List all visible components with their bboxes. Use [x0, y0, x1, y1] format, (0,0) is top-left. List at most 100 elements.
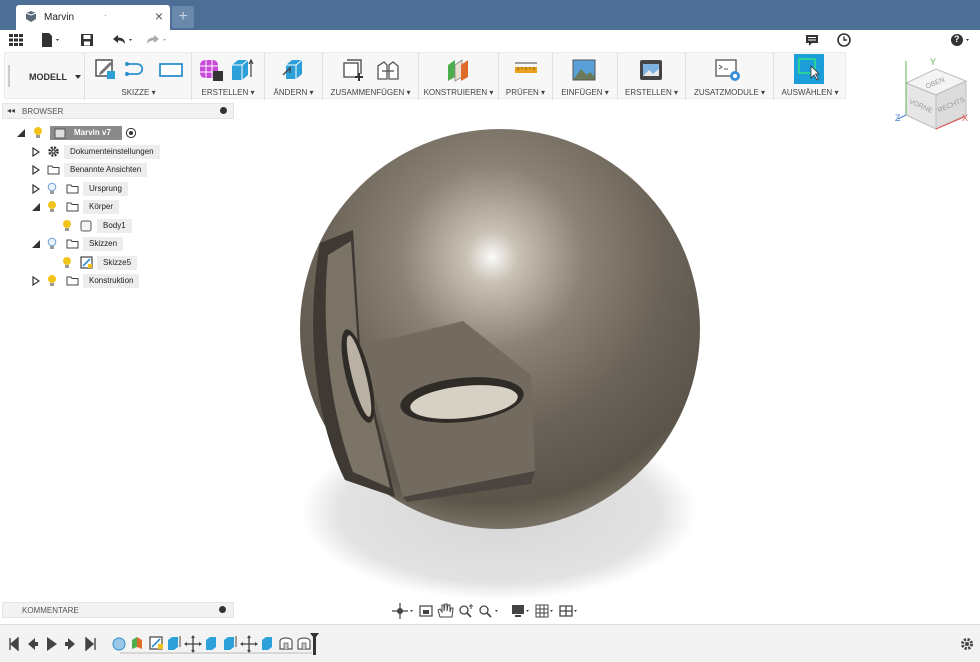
add-comment-icon[interactable]: [219, 606, 226, 613]
redo-icon[interactable]: [144, 32, 170, 48]
collapse-panel-icon[interactable]: ◂◂: [7, 106, 15, 115]
tree-item[interactable]: Skizze5: [60, 256, 230, 270]
move-feature-icon[interactable]: [240, 635, 258, 653]
rectangle-icon[interactable]: [158, 57, 184, 81]
expand-arrow-icon[interactable]: [32, 165, 40, 175]
collapse-triangle-icon[interactable]: [31, 239, 41, 249]
grid-icon[interactable]: [8, 32, 24, 48]
tree-item[interactable]: Körper: [30, 200, 230, 214]
tree-item[interactable]: Skizzen: [30, 237, 230, 251]
collapse-triangle-icon[interactable]: [31, 202, 41, 212]
sphere-feature-icon[interactable]: [112, 637, 126, 651]
tree-item[interactable]: Konstruktion: [30, 274, 230, 288]
timeline-settings-icon[interactable]: [961, 638, 973, 650]
group-zusatzmodule[interactable]: ZUSATZMODULE ▾: [686, 53, 774, 100]
prev-icon[interactable]: [28, 638, 38, 650]
extrude-feature-icon[interactable]: [168, 636, 181, 650]
expand-triangle-icon[interactable]: [16, 128, 26, 138]
tree-item[interactable]: Ursprung: [30, 182, 230, 196]
look-at-icon[interactable]: [419, 605, 433, 617]
fit-icon[interactable]: [479, 605, 498, 618]
extrude-feature-icon[interactable]: [262, 637, 272, 650]
offset-plane-icon[interactable]: [445, 57, 471, 83]
close-tab-icon[interactable]: ×: [155, 9, 163, 23]
group-aendern[interactable]: ÄNDERN ▾: [265, 53, 323, 100]
viewcube[interactable]: OBEN VORNE RECHTS Y Z X: [892, 55, 974, 135]
expand-arrow-icon[interactable]: [32, 147, 40, 157]
lightbulb-icon[interactable]: [47, 200, 57, 213]
expand-arrow-icon[interactable]: [32, 184, 40, 194]
extrude-feature-icon[interactable]: [206, 637, 216, 650]
new-component-icon[interactable]: [341, 57, 367, 83]
timeline-marker[interactable]: [310, 633, 319, 655]
browser-header[interactable]: ◂◂ BROWSER: [2, 103, 234, 119]
group-konstruieren[interactable]: KONSTRUIEREN ▾: [419, 53, 499, 100]
group-skizze[interactable]: SKIZZE ▾: [86, 53, 192, 100]
orbit-icon[interactable]: [392, 603, 413, 619]
file-icon[interactable]: [40, 32, 62, 48]
joint-icon[interactable]: [375, 57, 401, 83]
activate-radio-icon[interactable]: [125, 127, 137, 139]
comment-icon[interactable]: [804, 32, 820, 48]
clock-icon[interactable]: [836, 32, 852, 48]
tree-item[interactable]: Benannte Ansichten: [30, 163, 230, 177]
workspace-switcher[interactable]: MODELL: [13, 53, 85, 100]
split-feature-icon[interactable]: [132, 637, 142, 649]
scripts-icon[interactable]: [714, 57, 742, 83]
model-viewport[interactable]: [235, 100, 795, 600]
play-icon[interactable]: [47, 637, 57, 651]
save-icon[interactable]: [79, 32, 95, 48]
undo-icon[interactable]: [110, 32, 136, 48]
tree-item[interactable]: Body1: [60, 219, 230, 233]
ribbon-toolbar: MODELL SKIZZE ▾ ERSTELLEN ▾ ÄNDERN ▾ ZUS…: [4, 52, 846, 100]
insert-image-icon[interactable]: [571, 57, 597, 83]
press-pull-icon[interactable]: [281, 57, 307, 83]
measure-icon[interactable]: [513, 57, 539, 83]
expand-arrow-icon[interactable]: [32, 276, 40, 286]
sketch-create-icon[interactable]: [93, 57, 117, 81]
component-icon: [54, 128, 66, 139]
extrude-feature-icon[interactable]: [224, 636, 237, 650]
last-icon[interactable]: [85, 636, 96, 652]
form-grid-icon[interactable]: [198, 57, 224, 83]
next-icon[interactable]: [65, 638, 75, 650]
tree-root[interactable]: Marvin v7: [14, 126, 234, 140]
pan-icon[interactable]: [437, 603, 454, 618]
display-settings-icon[interactable]: [512, 605, 529, 617]
lightbulb-off-icon[interactable]: [47, 237, 57, 250]
group-erstellen-render[interactable]: ERSTELLEN ▾: [618, 53, 686, 100]
group-erstellen[interactable]: ERSTELLEN ▾: [192, 53, 265, 100]
render-image-icon[interactable]: [638, 57, 664, 83]
workspace-label: MODELL: [29, 72, 67, 82]
zoom-icon[interactable]: [459, 604, 473, 618]
lightbulb-icon[interactable]: [62, 219, 72, 232]
document-tab[interactable]: Marvin · ×: [16, 5, 170, 30]
move-feature-icon[interactable]: [184, 635, 202, 653]
grid-settings-icon[interactable]: [535, 604, 553, 618]
lightbulb-icon[interactable]: [47, 274, 57, 287]
viewports-icon[interactable]: [559, 605, 577, 617]
group-einfuegen[interactable]: EINFÜGEN ▾: [553, 53, 618, 100]
new-tab-button[interactable]: +: [172, 6, 194, 28]
tree-item-label: Körper: [83, 200, 120, 214]
x-axis-label: X: [962, 113, 968, 123]
navigation-bar: [392, 602, 582, 620]
help-button[interactable]: ?: [950, 32, 974, 48]
select-icon[interactable]: [794, 54, 824, 84]
group-zusammenfuegen[interactable]: ZUSAMMENFÜGEN ▾: [323, 53, 419, 100]
tree-item[interactable]: Dokumenteinstellungen: [30, 145, 230, 159]
shell-feature-icon[interactable]: [297, 637, 311, 650]
first-icon[interactable]: [9, 636, 19, 652]
toolbar-grip[interactable]: [8, 65, 10, 87]
browser-pin-icon[interactable]: [220, 107, 227, 114]
group-auswaehlen[interactable]: AUSWÄHLEN ▾: [774, 53, 846, 100]
sketch-arc-icon[interactable]: [123, 57, 151, 81]
lightbulb-off-icon[interactable]: [47, 182, 57, 195]
group-pruefen[interactable]: PRÜFEN ▾: [499, 53, 553, 100]
lightbulb-icon[interactable]: [33, 126, 43, 139]
sketch-feature-icon[interactable]: [149, 636, 163, 650]
box-extrude-icon[interactable]: [229, 57, 255, 83]
comments-panel[interactable]: KOMMENTARE: [2, 602, 234, 618]
shell-feature-icon[interactable]: [279, 637, 293, 650]
lightbulb-icon[interactable]: [62, 256, 72, 269]
